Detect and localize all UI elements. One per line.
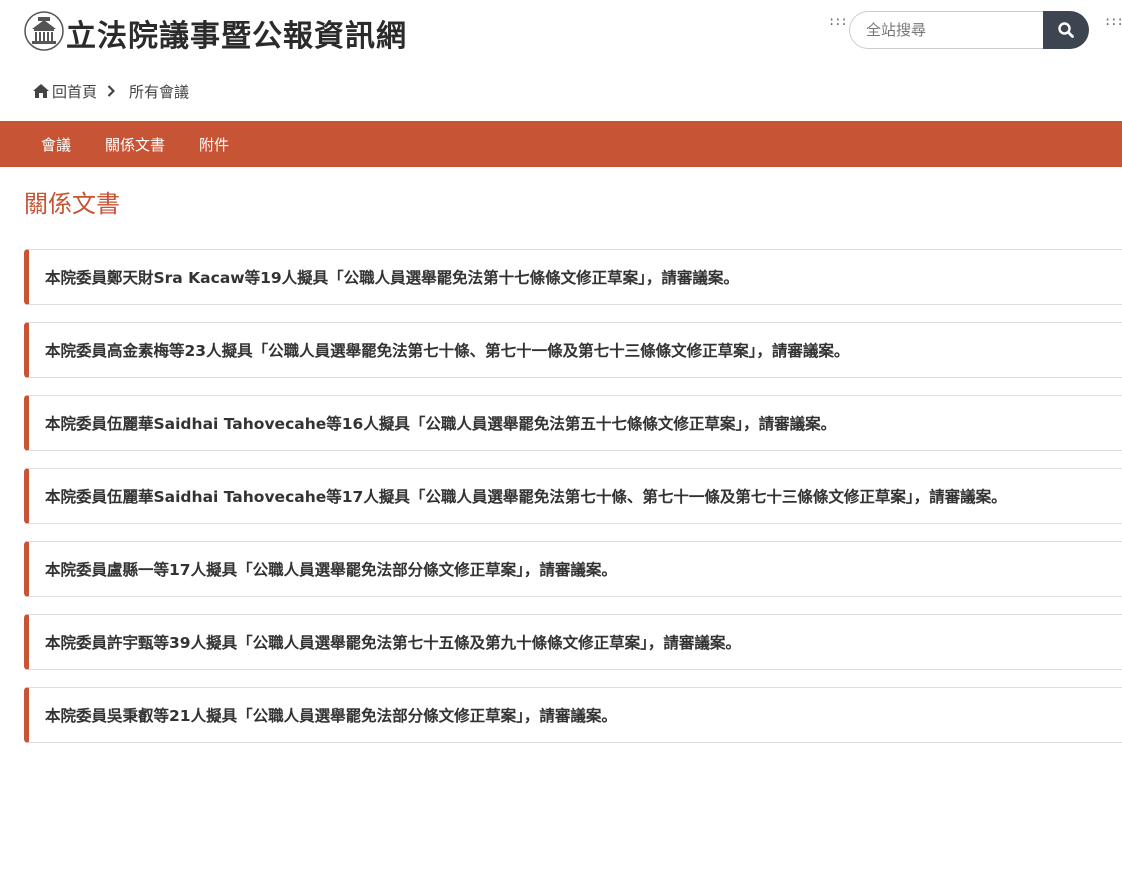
document-item[interactable]: 本院委員許宇甄等39人擬具「公職人員選舉罷免法第七十五條及第九十條條文修正草案」… bbox=[24, 614, 1122, 670]
chevron-right-icon bbox=[107, 85, 116, 97]
document-title[interactable]: 本院委員伍麗華Saidhai Tahovecahe等17人擬具「公職人員選舉罷免… bbox=[45, 486, 1082, 508]
legislative-building-logo bbox=[24, 11, 64, 51]
breadcrumb-home-link[interactable]: 回首頁 bbox=[32, 81, 97, 102]
access-key-right[interactable]: ::: bbox=[1104, 14, 1122, 28]
section-title: 關係文書 bbox=[24, 190, 120, 218]
document-item[interactable]: 本院委員伍麗華Saidhai Tahovecahe等17人擬具「公職人員選舉罷免… bbox=[24, 468, 1122, 524]
home-icon bbox=[33, 84, 49, 98]
document-item[interactable]: 本院委員高金素梅等23人擬具「公職人員選舉罷免法第七十條、第七十一條及第七十三條… bbox=[24, 322, 1122, 378]
document-item[interactable]: 本院委員盧縣一等17人擬具「公職人員選舉罷免法部分條文修正草案」，請審議案。 bbox=[24, 541, 1122, 597]
breadcrumb-current: 所有會議 bbox=[129, 82, 190, 101]
document-item[interactable]: 本院委員吳秉叡等21人擬具「公職人員選舉罷免法部分條文修正草案」，請審議案。 bbox=[24, 687, 1122, 743]
nav-item-related-documents[interactable]: 關係文書 bbox=[88, 121, 182, 167]
nav-item-attachments[interactable]: 附件 bbox=[182, 121, 246, 167]
document-list: 本院委員鄭天財Sra Kacaw等19人擬具「公職人員選舉罷免法第十七條條文修正… bbox=[24, 249, 1122, 760]
section-nav: 會議 關係文書 附件 bbox=[0, 121, 1122, 167]
document-title[interactable]: 本院委員盧縣一等17人擬具「公職人員選舉罷免法部分條文修正草案」，請審議案。 bbox=[45, 559, 1082, 581]
site-title[interactable]: 立法院議事暨公報資訊網 bbox=[66, 11, 407, 55]
document-title[interactable]: 本院委員伍麗華Saidhai Tahovecahe等16人擬具「公職人員選舉罷免… bbox=[45, 413, 1082, 435]
breadcrumb-home-label[interactable]: 回首頁 bbox=[52, 81, 97, 102]
site-header: 立法院議事暨公報資訊網 ::: ::: bbox=[0, 0, 1122, 62]
access-key-left[interactable]: ::: bbox=[828, 14, 848, 28]
nav-item-meeting[interactable]: 會議 bbox=[24, 121, 88, 167]
document-title[interactable]: 本院委員吳秉叡等21人擬具「公職人員選舉罷免法部分條文修正草案」，請審議案。 bbox=[45, 705, 1082, 727]
document-title[interactable]: 本院委員高金素梅等23人擬具「公職人員選舉罷免法第七十條、第七十一條及第七十三條… bbox=[45, 340, 1082, 362]
document-title[interactable]: 本院委員鄭天財Sra Kacaw等19人擬具「公職人員選舉罷免法第十七條條文修正… bbox=[45, 267, 1082, 289]
breadcrumb: 回首頁 所有會議 bbox=[32, 80, 189, 102]
document-item[interactable]: 本院委員鄭天財Sra Kacaw等19人擬具「公職人員選舉罷免法第十七條條文修正… bbox=[24, 249, 1122, 305]
document-item[interactable]: 本院委員伍麗華Saidhai Tahovecahe等16人擬具「公職人員選舉罷免… bbox=[24, 395, 1122, 451]
search-button[interactable] bbox=[1043, 11, 1089, 49]
document-title[interactable]: 本院委員許宇甄等39人擬具「公職人員選舉罷免法第七十五條及第九十條條文修正草案」… bbox=[45, 632, 1082, 654]
search-icon bbox=[1058, 22, 1074, 38]
search-input[interactable] bbox=[849, 11, 1045, 49]
